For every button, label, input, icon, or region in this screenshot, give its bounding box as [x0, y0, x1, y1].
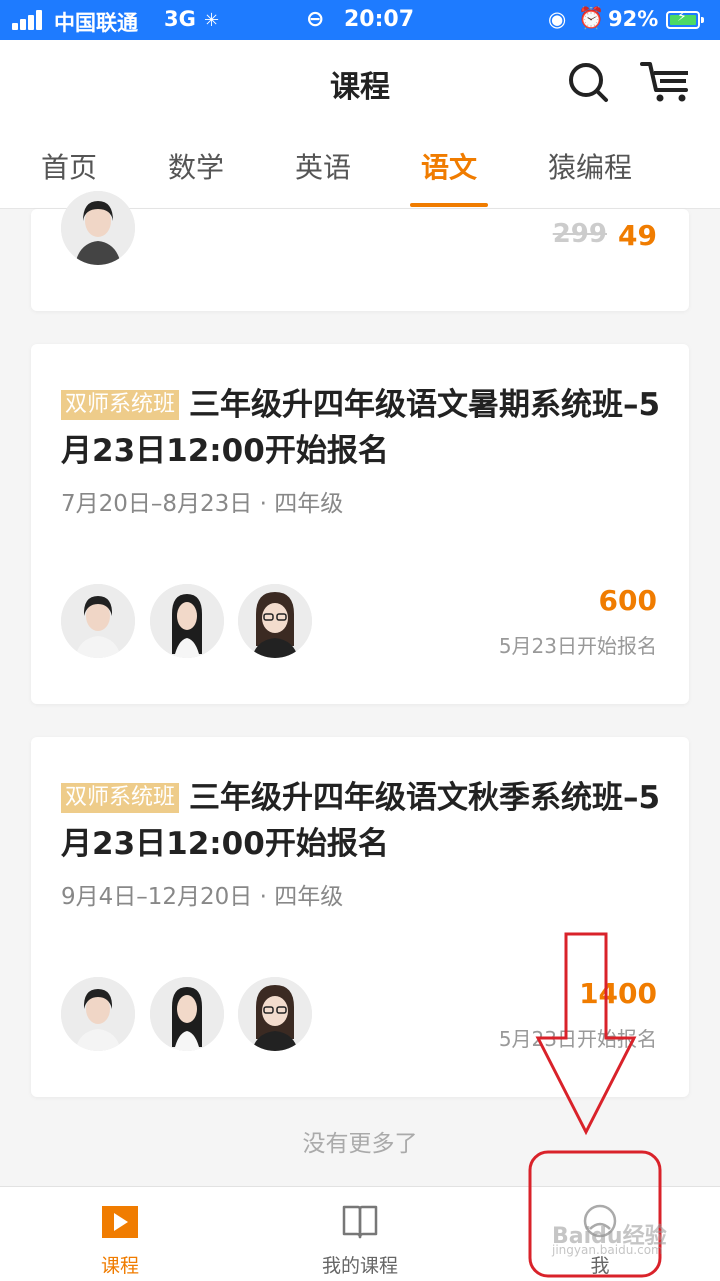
battery-icon: ⚡: [666, 9, 704, 29]
tab-math[interactable]: 数学: [168, 146, 224, 186]
play-icon: [102, 1206, 138, 1238]
tab-english[interactable]: 英语: [295, 146, 351, 186]
page-title: 课程: [330, 70, 390, 105]
enroll-date: 5月23日开始报名: [498, 634, 657, 658]
enroll-date: 5月23日开始报名: [498, 1027, 657, 1051]
teacher-avatar: [150, 977, 224, 1051]
course-dates: 9月4日–12月20日 · 四年级: [61, 884, 344, 910]
search-icon[interactable]: [566, 60, 610, 104]
status-bar: 中国联通 3G ✳ ⊖ 20:07 ◉ ⏰ 92% ⚡: [0, 0, 720, 40]
tab-home[interactable]: 首页: [41, 146, 97, 186]
top-header: 课程: [0, 40, 720, 126]
course-badge: 双师系统班: [61, 390, 180, 420]
signal-icon: [12, 10, 46, 30]
sale-price: 49: [618, 219, 657, 252]
course-dates: 7月20日–8月23日 · 四年级: [61, 491, 344, 517]
watermark-url: jingyan.baidu.com: [552, 1243, 663, 1257]
loading-spinner-icon: ✳: [204, 10, 220, 31]
course-badge: 双师系统班: [61, 783, 180, 813]
course-price: 1400: [579, 977, 657, 1010]
course-card[interactable]: 双师系统班 三年级升四年级语文暑期系统班–5月23日12:00开始报名 7月20日…: [31, 344, 689, 704]
alarm-icon: ⏰: [578, 6, 605, 30]
carrier-name: 中国联通: [54, 11, 138, 35]
teacher-avatar: [61, 191, 135, 265]
nav-label: 我的课程: [321, 1255, 398, 1277]
teacher-avatar: [61, 977, 135, 1051]
course-card-partial[interactable]: 299 49: [31, 191, 689, 311]
active-tab-indicator: [410, 203, 488, 207]
teacher-avatar: [61, 584, 135, 658]
tab-chinese[interactable]: 语文: [421, 146, 477, 186]
battery-percent: 92%: [608, 7, 659, 31]
original-price: 299: [552, 219, 607, 249]
book-icon: [342, 1205, 378, 1239]
course-card[interactable]: 双师系统班 三年级升四年级语文秋季系统班–5月23日12:00开始报名 9月4日–…: [31, 737, 689, 1097]
tab-coding[interactable]: 猿编程: [548, 146, 632, 186]
link-icon: ⊖: [306, 7, 325, 32]
no-more-text: 没有更多了: [302, 1131, 418, 1157]
teacher-avatar: [238, 977, 312, 1051]
nav-courses[interactable]: 课程: [0, 1187, 240, 1281]
cart-icon[interactable]: [640, 60, 692, 104]
course-title: 双师系统班 三年级升四年级语文暑期系统班–5月23日12:00开始报名: [61, 382, 661, 474]
teacher-avatar: [238, 584, 312, 658]
nav-label: 课程: [100, 1255, 139, 1277]
nav-my-courses[interactable]: 我的课程: [240, 1187, 480, 1281]
network-type: 3G: [164, 7, 196, 31]
course-title: 双师系统班 三年级升四年级语文秋季系统班–5月23日12:00开始报名: [61, 775, 661, 867]
rotation-lock-icon: ◉: [548, 7, 567, 31]
clock-time: 20:07: [344, 7, 415, 32]
course-price: 600: [598, 584, 657, 617]
teacher-avatar: [150, 584, 224, 658]
